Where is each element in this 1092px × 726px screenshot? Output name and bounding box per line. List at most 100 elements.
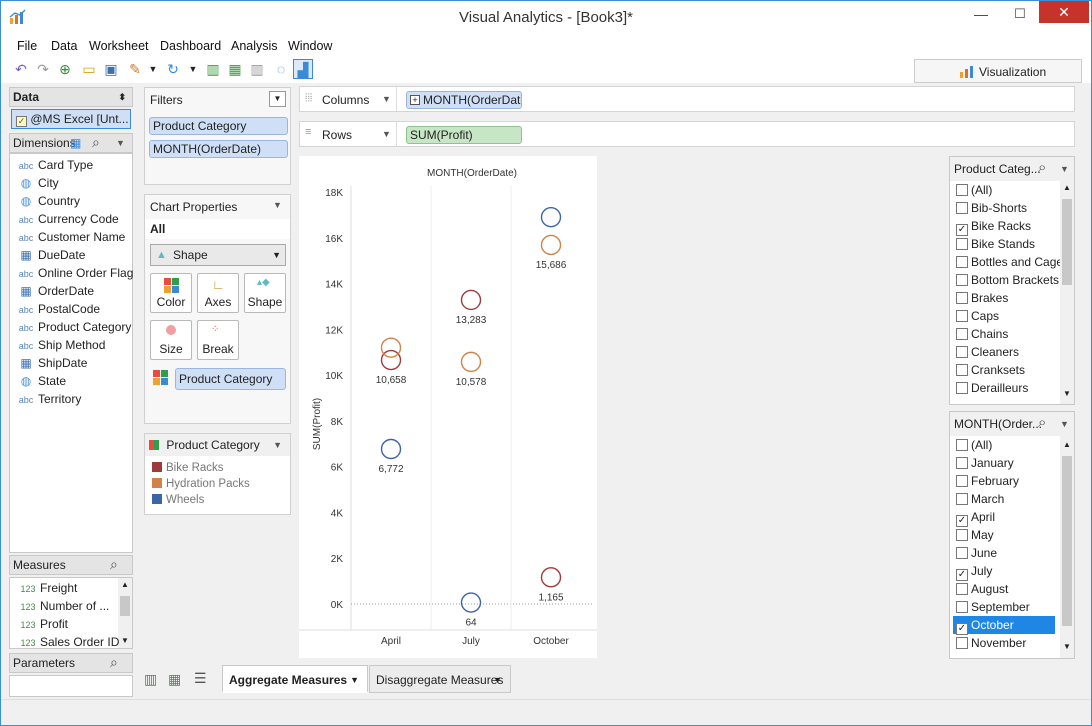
- filter-option[interactable]: Chains: [956, 325, 1008, 343]
- legend-item[interactable]: Bike Racks: [152, 462, 224, 474]
- filter-option[interactable]: Caps: [956, 307, 999, 325]
- dimension-item[interactable]: abc Territory: [18, 390, 82, 408]
- menu-analysis[interactable]: Analysis: [231, 39, 278, 53]
- undo-icon[interactable]: ↶: [11, 59, 31, 79]
- checkbox-icon[interactable]: [956, 493, 968, 505]
- connect-data-icon[interactable]: ✎: [125, 59, 145, 79]
- dimension-item[interactable]: ◍ State: [18, 372, 66, 390]
- filter-option[interactable]: ✓ Bike Racks: [956, 217, 1031, 236]
- checkbox-icon[interactable]: [956, 475, 968, 487]
- color-field-pill[interactable]: Product Category: [175, 368, 286, 390]
- search-icon[interactable]: ⌕: [92, 133, 100, 151]
- measure-item[interactable]: 123 Number of ...: [20, 597, 109, 615]
- filter-option[interactable]: Bib-Shorts: [956, 199, 1027, 217]
- data-point[interactable]: [460, 289, 482, 311]
- scroll-down-icon[interactable]: ▼: [121, 636, 129, 645]
- dropdown-arrow-icon[interactable]: ▼: [143, 59, 163, 79]
- month-filter-scrollbar[interactable]: ▲ ▼: [1060, 436, 1074, 658]
- expand-icon[interactable]: +: [410, 95, 420, 105]
- filter-option[interactable]: November: [956, 634, 1026, 652]
- dimension-item[interactable]: ▦ ShipDate: [18, 354, 87, 372]
- new-worksheet-icon[interactable]: ▥: [144, 671, 157, 688]
- measure-item[interactable]: 123 Sales Order ID: [20, 633, 119, 651]
- filter-option[interactable]: August: [956, 580, 1008, 598]
- checkbox-icon[interactable]: [956, 202, 968, 214]
- dropdown-arrow-icon[interactable]: ▼: [1060, 412, 1069, 436]
- dimension-item[interactable]: ▦ OrderDate: [18, 282, 94, 300]
- data-point[interactable]: [380, 438, 402, 460]
- sort-icon[interactable]: ⬍: [118, 88, 126, 106]
- filter-option[interactable]: June: [956, 544, 997, 562]
- category-filter-scrollbar[interactable]: ▲ ▼: [1060, 181, 1074, 404]
- checkbox-icon[interactable]: [956, 346, 968, 358]
- dropdown-arrow-icon[interactable]: ▼: [350, 666, 359, 694]
- table-view-icon[interactable]: ▦: [70, 134, 81, 152]
- checkbox-icon[interactable]: [956, 328, 968, 340]
- dimension-item[interactable]: abc PostalCode: [18, 300, 100, 318]
- save-icon[interactable]: ▣: [101, 59, 121, 79]
- filter-option[interactable]: September: [956, 598, 1030, 616]
- duplicate-chart-icon[interactable]: ▦: [225, 59, 245, 79]
- legend-item[interactable]: Wheels: [152, 494, 204, 506]
- scroll-down-icon[interactable]: ▼: [1063, 642, 1071, 651]
- filter-option[interactable]: March: [956, 490, 1004, 508]
- dropdown-arrow-icon[interactable]: ▼: [183, 59, 203, 79]
- redo-icon[interactable]: ↷: [33, 59, 53, 79]
- filter-pill-product-category[interactable]: Product Category: [149, 117, 288, 135]
- tab-aggregate-measures[interactable]: Aggregate Measures ▼: [222, 665, 368, 693]
- filter-option[interactable]: Bottles and Cages: [956, 253, 1069, 271]
- search-icon[interactable]: ⌕: [1038, 412, 1046, 435]
- new-dashboard-icon[interactable]: ▦: [168, 671, 181, 688]
- axes-button[interactable]: ∟ Axes: [197, 273, 239, 313]
- data-point[interactable]: [380, 337, 402, 358]
- data-point[interactable]: [460, 351, 482, 373]
- menu-worksheet[interactable]: Worksheet: [89, 39, 149, 53]
- break-button[interactable]: ⁘ Break: [197, 320, 239, 360]
- add-chart-icon[interactable]: ▥: [203, 59, 223, 79]
- filter-option[interactable]: January: [956, 454, 1014, 472]
- dimension-item[interactable]: abc Customer Name: [18, 228, 126, 246]
- measure-item[interactable]: 123 Freight: [20, 579, 77, 597]
- filter-option[interactable]: Bottom Brackets: [956, 271, 1059, 289]
- dropdown-arrow-icon[interactable]: ▼: [273, 434, 282, 456]
- legend-item[interactable]: Hydration Packs: [152, 478, 250, 490]
- filter-option[interactable]: Brakes: [956, 289, 1008, 307]
- checkbox-icon[interactable]: [956, 310, 968, 322]
- checkbox-icon[interactable]: [956, 547, 968, 559]
- checkbox-icon[interactable]: [956, 184, 968, 196]
- checkbox-icon[interactable]: [956, 256, 968, 268]
- new-sheet-icon[interactable]: ⊕: [55, 59, 75, 79]
- data-source-item[interactable]: ✓ @MS Excel [Unt...: [11, 109, 131, 129]
- dimension-item[interactable]: ◍ City: [18, 174, 59, 192]
- scope-tab-all[interactable]: All: [145, 219, 290, 239]
- checkbox-icon[interactable]: [956, 637, 968, 649]
- close-button[interactable]: ✕: [1039, 1, 1089, 23]
- checkbox-icon[interactable]: [956, 457, 968, 469]
- filter-option[interactable]: Cranksets: [956, 361, 1025, 379]
- search-icon[interactable]: ⌕: [110, 653, 118, 671]
- filter-option[interactable]: February: [956, 472, 1019, 490]
- refresh-icon[interactable]: ↻: [163, 59, 183, 79]
- scroll-up-icon[interactable]: ▲: [1063, 440, 1071, 449]
- checkbox-icon[interactable]: [956, 364, 968, 376]
- filter-option[interactable]: (All): [956, 181, 992, 199]
- data-point[interactable]: [380, 349, 402, 371]
- scroll-up-icon[interactable]: ▲: [121, 580, 129, 589]
- clear-chart-icon[interactable]: ▥: [247, 59, 267, 79]
- data-point[interactable]: [540, 206, 562, 228]
- dimension-item[interactable]: abc Ship Method: [18, 336, 106, 354]
- data-point[interactable]: [540, 234, 562, 256]
- dropdown-arrow-icon[interactable]: ▼: [1060, 157, 1069, 181]
- dimension-item[interactable]: abc Card Type: [18, 156, 93, 174]
- checkbox-icon[interactable]: [956, 292, 968, 304]
- scroll-thumb[interactable]: [120, 596, 130, 616]
- mark-type-select[interactable]: ▲ Shape ▼: [150, 244, 286, 266]
- scroll-thumb[interactable]: [1062, 199, 1072, 285]
- checkbox-icon[interactable]: [956, 382, 968, 394]
- visualization-tab[interactable]: Visualization: [914, 59, 1082, 83]
- columns-pill-month-orderdate[interactable]: + MONTH(OrderDate): [406, 91, 522, 109]
- sheet-list-icon[interactable]: ☰: [194, 670, 207, 687]
- menu-window[interactable]: Window: [288, 39, 332, 53]
- measure-item[interactable]: 123 Profit: [20, 615, 68, 633]
- dimension-item[interactable]: ▦ DueDate: [18, 246, 85, 264]
